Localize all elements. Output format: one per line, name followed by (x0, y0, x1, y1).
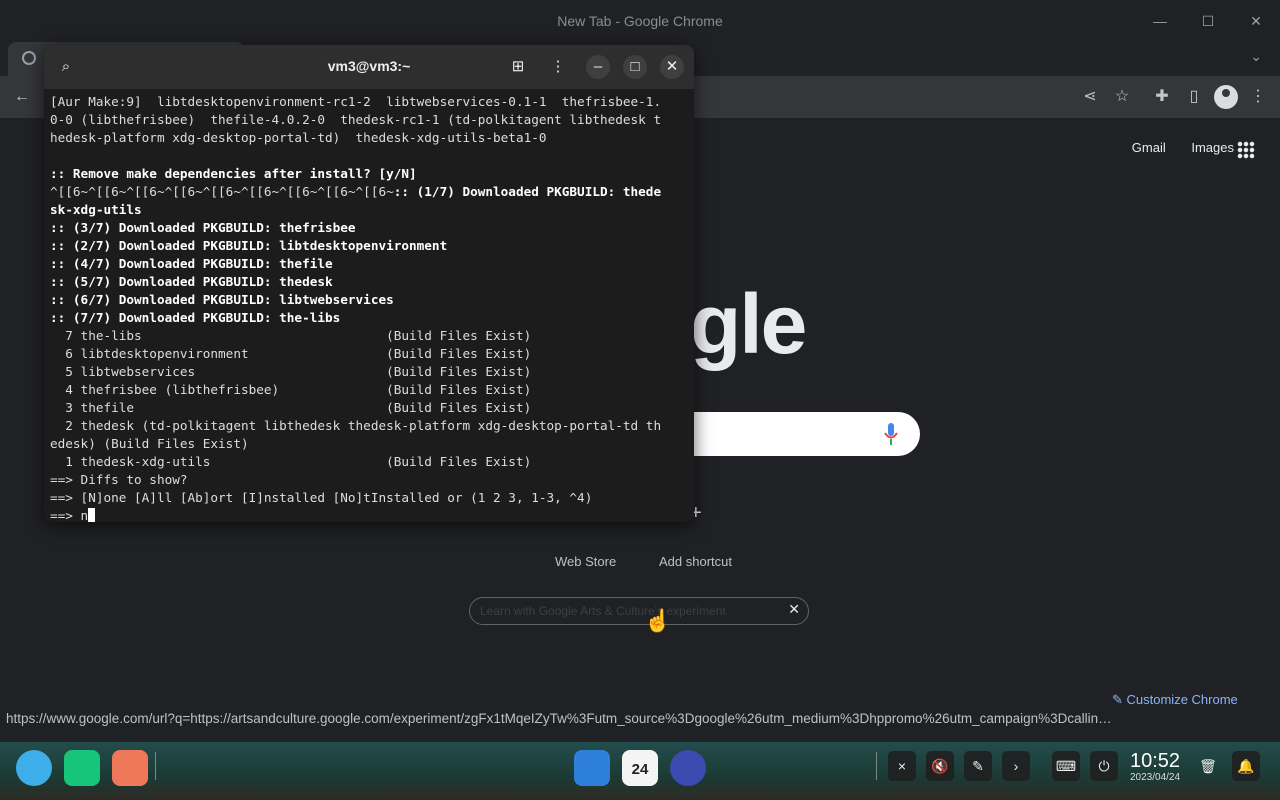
file-manager-icon[interactable] (112, 750, 148, 786)
terminal-app-icon[interactable] (64, 750, 100, 786)
close-icon[interactable]: ✕ (788, 601, 800, 618)
minimize-window-button[interactable]: — (1150, 11, 1170, 31)
hand-cursor-icon: ☝ (644, 608, 672, 633)
images-link[interactable]: Images (1191, 140, 1234, 155)
status-bar-url: https://www.google.com/url?q=https://art… (0, 708, 1118, 730)
maximize-window-button[interactable]: ☐ (1198, 11, 1218, 31)
close-window-button[interactable]: ✕ (1246, 11, 1266, 31)
shortcut-add-shortcut[interactable]: Add shortcut (659, 554, 732, 569)
customize-label: Customize Chrome (1126, 692, 1238, 707)
tab-search-chevron-icon[interactable]: ⌄ (1250, 48, 1262, 65)
terminal-line: :: (6/7) Downloaded PKGBUILD: libtwebser… (50, 292, 394, 307)
promo-text[interactable]: Learn with Google Arts & Culture's exper… (480, 604, 770, 618)
window-title: New Tab - Google Chrome (0, 0, 1280, 42)
terminal-line: 2 thedesk (td-polkitagent libthedesk the… (50, 418, 662, 433)
new-tab-icon[interactable]: ⊞ (506, 55, 530, 79)
minimize-icon[interactable]: – (586, 55, 610, 79)
terminal-line: edesk) (Build Files Exist) (50, 436, 249, 451)
clock-time[interactable]: 10:52 (1130, 750, 1180, 773)
notification-bell-icon[interactable]: 🔔 (1232, 751, 1260, 781)
terminal-line: :: (2/7) Downloaded PKGBUILD: libtdeskto… (50, 238, 448, 253)
terminal-header: ⌕ vm3@vm3:~ ⊞ ⋮ – □ ✕ (44, 45, 694, 89)
terminal-line: 0-0 (libthefrisbee) thefile-4.0.2-0 thed… (50, 112, 662, 127)
terminal-line: ==> [N]one [A]ll [Ab]ort [I]nstalled [No… (50, 490, 593, 505)
terminal-line: ==> Diffs to show? (50, 472, 188, 487)
clock-date: 2023/04/24 (1130, 772, 1181, 783)
promo-chip[interactable]: Learn with Google Arts & Culture's exper… (469, 597, 809, 625)
back-arrow-icon[interactable]: ← (11, 86, 33, 108)
terminal-line: 4 thefrisbee (libthefrisbee) (Build File… (50, 382, 532, 397)
window-close-tray-icon[interactable]: × (888, 751, 916, 781)
volume-muted-icon[interactable]: 🔇 (926, 751, 954, 781)
terminal-line: 3 thefile (Build Files Exist) (50, 400, 532, 415)
prompt-text: ==> n (50, 508, 89, 522)
close-icon[interactable]: ✕ (660, 55, 684, 79)
taskbar-separator (155, 752, 156, 780)
google-logo: gle (690, 277, 807, 371)
chrome-icon (22, 51, 36, 65)
app-launcher-icon[interactable] (16, 750, 52, 786)
terminal-prompt[interactable]: ==> n (50, 507, 690, 522)
tray-separator (876, 752, 877, 780)
chevron-right-icon[interactable]: › (1002, 751, 1030, 781)
store-app-icon[interactable] (574, 750, 610, 786)
ntp-top-links: Gmail Images (1110, 140, 1234, 155)
customize-chrome-button[interactable]: ✎ Customize Chrome (1112, 692, 1238, 708)
terminal-line: :: (3/7) Downloaded PKGBUILD: thefrisbee (50, 220, 356, 235)
keyboard-icon[interactable]: ⌨ (1052, 751, 1080, 781)
terminal-window[interactable]: ⌕ vm3@vm3:~ ⊞ ⋮ – □ ✕ [Aur Make:9] libtd… (44, 45, 694, 522)
terminal-line: 7 the-libs (Build Files Exist) (50, 328, 532, 343)
terminal-line: [Aur Make:9] libtdesktopenvironment-rc1-… (50, 94, 662, 109)
terminal-line: :: (7/7) Downloaded PKGBUILD: the-libs (50, 310, 341, 325)
microphone-icon[interactable] (884, 423, 898, 445)
maximize-icon[interactable]: □ (623, 55, 647, 79)
share-icon[interactable]: ⋖ (1079, 86, 1101, 108)
more-menu-icon[interactable]: ⋮ (1247, 86, 1269, 108)
profile-avatar[interactable] (1214, 85, 1238, 109)
search-input[interactable] (660, 412, 920, 456)
terminal-line: 6 libtdesktopenvironment (Build Files Ex… (50, 346, 532, 361)
menu-icon[interactable]: ⋮ (546, 55, 570, 79)
trash-icon[interactable]: 🗑 (1194, 751, 1222, 781)
pencil-icon: ✎ (1112, 692, 1127, 707)
extensions-icon[interactable]: ✚ (1151, 86, 1173, 108)
shortcut-web-store[interactable]: Web Store (555, 554, 616, 569)
calendar-icon[interactable]: 24 (622, 750, 658, 786)
terminal-line: 1 thedesk-xdg-utils (Build Files Exist) (50, 454, 532, 469)
pen-icon[interactable]: ✎ (964, 751, 992, 781)
google-apps-icon[interactable] (1237, 141, 1255, 159)
terminal-line: :: Remove make dependencies after instal… (50, 166, 417, 181)
terminal-line: ^[[6~^[[6~^[[6~^[[6~^[[6~^[[6~^[[6~^[[6~… (50, 184, 662, 199)
settings-gear-icon[interactable] (670, 750, 706, 786)
terminal-line: :: (5/7) Downloaded PKGBUILD: thedesk (50, 274, 333, 289)
terminal-line: 5 libtwebservices (Build Files Exist) (50, 364, 532, 379)
gmail-link[interactable]: Gmail (1132, 140, 1166, 155)
star-bookmark-icon[interactable]: ☆ (1111, 86, 1133, 108)
side-panel-icon[interactable]: ▯ (1183, 86, 1205, 108)
terminal-line: :: (4/7) Downloaded PKGBUILD: thefile (50, 256, 333, 271)
terminal-line: hedesk-platform xdg-desktop-portal-td) t… (50, 130, 547, 145)
terminal-line: sk-xdg-utils (50, 202, 142, 217)
terminal-output[interactable]: [Aur Make:9] libtdesktopenvironment-rc1-… (50, 93, 690, 522)
power-icon[interactable]: ⏻ (1090, 751, 1118, 781)
text-cursor (88, 508, 96, 522)
